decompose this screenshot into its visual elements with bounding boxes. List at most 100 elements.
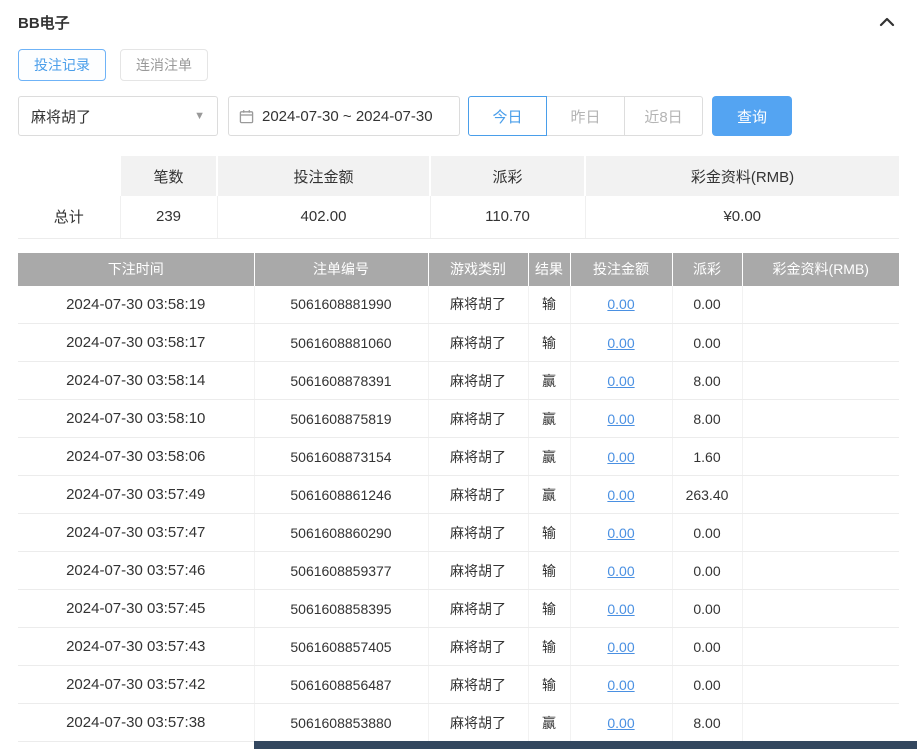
page-title: BB电子 [18,14,70,32]
bonus-cell [741,323,899,362]
bet-time-cell: 2024-07-30 03:57:43 [18,627,254,666]
bet-amount-cell: 0.00 [569,627,672,666]
summary-header-row: 笔数 投注金额 派彩 彩金资料(RMB) [18,156,899,196]
game-type-cell: 麻将胡了 [427,627,528,666]
game-type-cell: 麻将胡了 [427,437,528,476]
result-cell: 输 [527,665,570,704]
bonus-cell [741,665,899,704]
order-id-cell: 5061608875819 [253,399,428,438]
summary-total-count: 239 [119,196,217,239]
payout-cell: 8.00 [671,703,742,742]
yesterday-button[interactable]: 昨日 [546,96,625,136]
tab-bet-records[interactable]: 投注记录 [18,49,106,81]
payout-cell: 0.00 [671,627,742,666]
order-id-cell: 5061608881990 [253,285,428,324]
table-row: 2024-07-30 03:57:49 5061608861246 麻将胡了赢 0.0… [18,475,899,514]
summary-total-bet-amount: 402.00 [216,196,430,239]
table-row: 2024-07-30 03:57:46 5061608859377 麻将胡了输 0.0… [18,551,899,590]
game-type-cell: 麻将胡了 [427,475,528,514]
bonus-cell [741,399,899,438]
last-8-days-button[interactable]: 近8日 [624,96,703,136]
records-column-header: 游戏类别 [427,252,528,286]
result-cell: 赢 [527,703,570,742]
partial-bottom-bar [254,741,917,749]
result-cell: 输 [527,285,570,324]
bet-amount-link[interactable]: 0.00 [607,525,634,541]
bet-amount-cell: 0.00 [569,399,672,438]
payout-cell: 0.00 [671,551,742,590]
bet-amount-link[interactable]: 0.00 [607,563,634,579]
order-id-cell: 5061608853880 [253,703,428,742]
bet-amount-link[interactable]: 0.00 [607,639,634,655]
bet-amount-link[interactable]: 0.00 [607,296,634,312]
result-cell: 输 [527,323,570,362]
tab-cancelled-orders[interactable]: 连消注单 [120,49,208,81]
bet-time-cell: 2024-07-30 03:58:17 [18,323,254,362]
bet-amount-link[interactable]: 0.00 [607,487,634,503]
payout-cell: 0.00 [671,285,742,324]
result-cell: 输 [527,551,570,590]
chevron-up-icon[interactable] [875,10,899,34]
bet-time-cell: 2024-07-30 03:58:06 [18,437,254,476]
bet-time-cell: 2024-07-30 03:57:45 [18,589,254,628]
table-row: 2024-07-30 03:57:43 5061608857405 麻将胡了输 0.0… [18,627,899,666]
panel-header: BB电子 [18,0,899,34]
bet-time-cell: 2024-07-30 03:57:42 [18,665,254,704]
payout-cell: 0.00 [671,589,742,628]
summary-header-count: 笔数 [119,156,217,196]
bet-time-cell: 2024-07-30 03:58:10 [18,399,254,438]
table-row: 2024-07-30 03:58:06 5061608873154 麻将胡了赢 0.0… [18,437,899,476]
order-id-cell: 5061608873154 [253,437,428,476]
table-row: 2024-07-30 03:57:47 5061608860290 麻将胡了输 0.0… [18,513,899,552]
payout-cell: 263.40 [671,475,742,514]
filter-bar: 麻将胡了 ▼ 2024-07-30 ~ 2024-07-30 今日 昨日 近8日… [18,96,899,136]
order-id-cell: 5061608857405 [253,627,428,666]
bet-amount-cell: 0.00 [569,665,672,704]
records-column-header: 下注时间 [18,252,254,286]
bet-amount-cell: 0.00 [569,475,672,514]
payout-cell: 0.00 [671,513,742,552]
records-column-header: 结果 [527,252,570,286]
bet-amount-link[interactable]: 0.00 [607,601,634,617]
order-id-cell: 5061608861246 [253,475,428,514]
bet-amount-link[interactable]: 0.00 [607,335,634,351]
bet-amount-link[interactable]: 0.00 [607,373,634,389]
order-id-cell: 5061608856487 [253,665,428,704]
game-select[interactable]: 麻将胡了 ▼ [18,96,218,136]
bet-amount-link[interactable]: 0.00 [607,411,634,427]
game-type-cell: 麻将胡了 [427,399,528,438]
game-type-cell: 麻将胡了 [427,703,528,742]
bet-amount-link[interactable]: 0.00 [607,715,634,731]
bonus-cell [741,627,899,666]
today-button[interactable]: 今日 [468,96,547,136]
bonus-cell [741,285,899,324]
date-range-picker[interactable]: 2024-07-30 ~ 2024-07-30 [228,96,460,136]
order-id-cell: 5061608881060 [253,323,428,362]
table-row: 2024-07-30 03:57:38 5061608853880 麻将胡了赢 0.0… [18,703,899,742]
summary-header-bonus: 彩金资料(RMB) [584,156,899,196]
table-row: 2024-07-30 03:57:45 5061608858395 麻将胡了输 0.0… [18,589,899,628]
game-type-cell: 麻将胡了 [427,665,528,704]
bonus-cell [741,437,899,476]
bonus-cell [741,551,899,590]
summary-total-bonus: ¥0.00 [584,196,899,239]
records-table: 下注时间 注单编号 游戏类别 结果 投注金额 派彩 彩金资料(RMB) 2024-07-30… [18,252,899,742]
summary-total-payout: 110.70 [429,196,585,239]
search-button[interactable]: 查询 [712,96,792,136]
bet-amount-link[interactable]: 0.00 [607,449,634,465]
bet-records-panel: BB电子 投注记录 连消注单 麻将胡了 ▼ 2024-07-30 ~ 2024-… [0,0,917,749]
bet-amount-cell: 0.00 [569,361,672,400]
bet-amount-link[interactable]: 0.00 [607,677,634,693]
bet-amount-cell: 0.00 [569,589,672,628]
bet-amount-cell: 0.00 [569,323,672,362]
bet-time-cell: 2024-07-30 03:57:47 [18,513,254,552]
summary-header-bet-amount: 投注金额 [216,156,430,196]
game-select-value: 麻将胡了 [31,108,92,126]
bonus-cell [741,513,899,552]
order-id-cell: 5061608860290 [253,513,428,552]
payout-cell: 1.60 [671,437,742,476]
table-row: 2024-07-30 03:57:42 5061608856487 麻将胡了输 0.0… [18,665,899,704]
records-header-row: 下注时间 注单编号 游戏类别 结果 投注金额 派彩 彩金资料(RMB) [18,252,899,286]
payout-cell: 0.00 [671,323,742,362]
game-type-cell: 麻将胡了 [427,513,528,552]
